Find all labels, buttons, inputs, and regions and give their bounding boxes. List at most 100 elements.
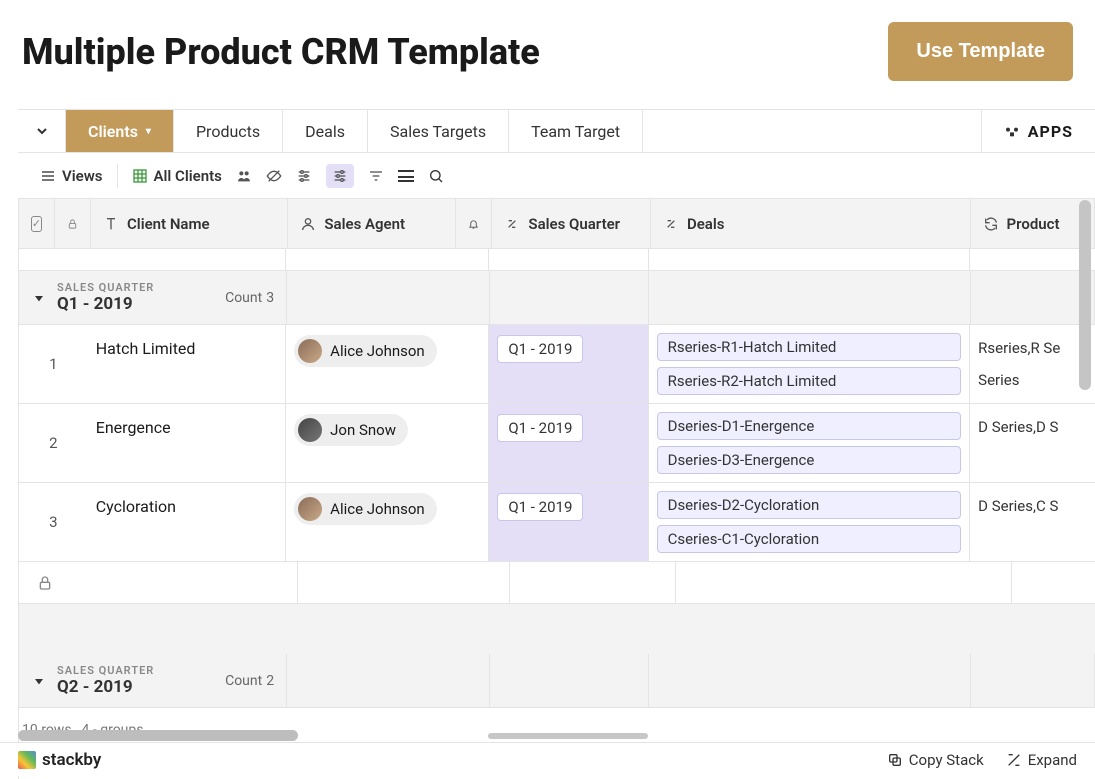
group-header-q1-2019[interactable]: SALES QUARTER Q1 - 2019 Count 3 [19,271,1095,325]
cell-client-name[interactable]: Energence [88,404,286,482]
row-number: 3 [19,483,88,561]
use-template-button[interactable]: Use Template [888,22,1073,81]
deal-tag[interactable]: Dseries-D3-Energence [657,446,962,474]
quarter-tag[interactable]: Q1 - 2019 [497,414,583,442]
cell-product[interactable]: D Series,D S [970,404,1095,482]
row-height-button[interactable] [398,170,414,182]
column-label: Product [1007,215,1060,233]
column-header-sales-quarter[interactable]: Sales Quarter [492,199,651,248]
lock-icon [37,575,53,591]
chevron-down-icon [34,123,50,139]
column-header-product[interactable]: Product [971,199,1095,248]
group-header-q2-2019[interactable]: SALES QUARTER Q2 - 2019 Count 2 [19,654,1095,708]
expand-label: Expand [1028,751,1077,769]
column-header-row: ✓ Client Name Sales Agent Sales Quarter … [19,199,1095,249]
column-header-sales-agent[interactable]: Sales Agent [288,199,456,248]
hide-columns-button[interactable] [266,168,282,184]
agent-pill[interactable]: Alice Johnson [294,493,437,525]
cell-deals[interactable]: Dseries-D1-Energence Dseries-D3-Energenc… [649,404,971,482]
vertical-scrollbar[interactable] [1079,200,1091,390]
view-toolbar: Views All Clients [18,153,1095,199]
scrollbar-thumb[interactable] [18,730,298,741]
scrollbar-thumb[interactable] [488,733,648,739]
column-header-notify[interactable] [456,199,492,248]
brand[interactable]: stackby [18,750,101,770]
group-count-label: Count [225,290,262,306]
expand-button[interactable]: Expand [1006,751,1077,769]
sort-button[interactable] [368,168,384,184]
cell-product[interactable]: D Series,C S [970,483,1095,561]
cell-sales-agent[interactable]: Jon Snow [286,404,489,482]
cell-sales-quarter[interactable]: Q1 - 2019 [489,483,648,561]
deal-tag[interactable]: Cseries-C1-Cycloration [657,525,962,553]
refresh-icon [983,216,999,232]
eye-off-icon [266,168,282,184]
brand-name: stackby [42,750,101,770]
deal-tag[interactable]: Rseries-R1-Hatch Limited [657,333,962,361]
caret-down-icon[interactable] [31,673,47,689]
agent-pill[interactable]: Alice Johnson [294,335,437,367]
cell-client-name[interactable]: Cycloration [88,483,286,561]
tab-products[interactable]: Products [174,110,283,152]
group-count-label: Count [225,673,262,689]
apps-label: APPS [1028,122,1073,141]
share-view-button[interactable] [236,168,252,184]
apps-button[interactable]: APPS [981,110,1095,152]
tabs-collapse-button[interactable] [18,110,66,152]
apps-icon [1004,123,1020,139]
group-count-value: 2 [266,673,274,689]
group-summary-row [19,562,1095,604]
filter-button[interactable] [296,168,312,184]
quarter-tag[interactable]: Q1 - 2019 [497,335,583,363]
cell-client-name[interactable]: Hatch Limited [88,325,286,403]
group-field-label: SALES QUARTER [57,664,154,677]
tab-clients[interactable]: Clients ▾ [66,110,174,152]
avatar [298,339,322,363]
agent-pill[interactable]: Jon Snow [294,414,408,446]
all-clients-view-button[interactable]: All Clients [132,167,222,185]
group-value: Q1 - 2019 [57,294,154,314]
cell-product[interactable]: Rseries,R Se Series [970,325,1095,403]
bell-icon [468,216,479,232]
copy-stack-button[interactable]: Copy Stack [887,751,984,769]
cell-sales-agent[interactable]: Alice Johnson [286,483,489,561]
tab-team-target[interactable]: Team Target [509,110,643,152]
views-button[interactable]: Views [40,167,103,185]
cell-sales-quarter[interactable]: Q1 - 2019 [489,404,648,482]
row-number: 2 [19,404,88,482]
people-icon [236,168,252,184]
lock-icon [67,216,78,232]
caret-down-icon[interactable] [31,290,47,306]
sliders-icon [296,168,312,184]
copy-icon [887,752,903,768]
quarter-tag[interactable]: Q1 - 2019 [497,493,583,521]
group-count-value: 3 [266,290,274,306]
deal-tag[interactable]: Rseries-R2-Hatch Limited [657,367,962,395]
footer-bar: stackby Copy Stack Expand [0,742,1095,776]
deal-tag[interactable]: Dseries-D1-Energence [657,412,962,440]
group-button[interactable] [326,164,354,188]
tab-deals[interactable]: Deals [283,110,368,152]
cell-deals[interactable]: Dseries-D2-Cycloration Cseries-C1-Cyclor… [649,483,971,561]
cell-sales-quarter[interactable]: Q1 - 2019 [489,325,648,403]
page-title: Multiple Product CRM Template [22,31,540,73]
column-label: Client Name [127,215,210,233]
cell-deals[interactable]: Rseries-R1-Hatch Limited Rseries-R2-Hatc… [649,325,971,403]
text-icon [103,216,119,232]
search-icon [428,168,444,184]
search-button[interactable] [428,168,444,184]
select-all-checkbox[interactable]: ✓ [19,199,55,248]
deal-tag[interactable]: Dseries-D2-Cycloration [657,491,962,519]
group-value: Q2 - 2019 [57,677,154,697]
column-header-deals[interactable]: Deals [651,199,971,248]
table-row[interactable]: 3 Cycloration Alice Johnson Q1 - 2019 Ds… [19,483,1095,562]
views-label: Views [62,167,103,185]
column-header-client-name[interactable]: Client Name [91,199,288,248]
filter-funnel-icon [368,168,384,184]
table-row[interactable]: 2 Energence Jon Snow Q1 - 2019 Dseries-D… [19,404,1095,483]
table-row[interactable]: 1 Hatch Limited Alice Johnson Q1 - 2019 … [19,325,1095,404]
column-label: Deals [687,215,725,233]
cell-sales-agent[interactable]: Alice Johnson [286,325,489,403]
data-table: ✓ Client Name Sales Agent Sales Quarter … [18,199,1095,779]
tab-sales-targets[interactable]: Sales Targets [368,110,509,152]
